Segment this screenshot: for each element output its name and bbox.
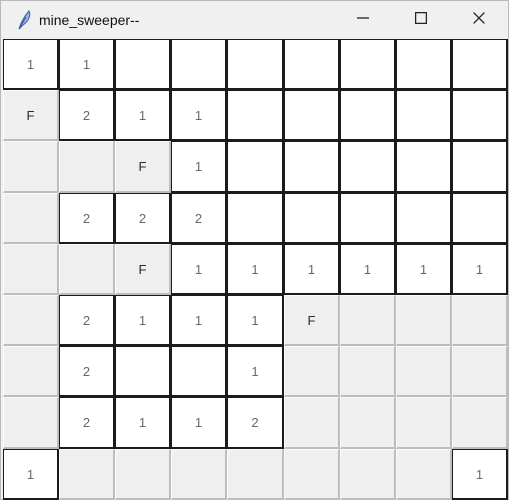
- mine-cell-r9-c7[interactable]: [340, 449, 396, 500]
- mine-cell-r9-c8[interactable]: [396, 449, 452, 500]
- mine-cell-r9-c9[interactable]: 1: [452, 449, 508, 500]
- mine-cell-r4-c9[interactable]: [452, 193, 508, 244]
- close-button[interactable]: [451, 1, 507, 39]
- window-title: mine_sweeper--: [39, 12, 140, 28]
- mine-cell-r7-c7[interactable]: [340, 346, 396, 397]
- mine-cell-r4-c5[interactable]: [227, 193, 284, 244]
- mine-cell-r3-c4[interactable]: 1: [171, 141, 227, 193]
- mine-cell-r1-c4[interactable]: [171, 39, 227, 90]
- mine-cell-r4-c7[interactable]: [340, 193, 396, 244]
- mine-cell-r5-c4[interactable]: 1: [171, 244, 227, 295]
- mine-cell-r8-c5[interactable]: 2: [227, 397, 284, 449]
- mine-cell-r9-c4[interactable]: [171, 449, 227, 500]
- mine-cell-r3-c2[interactable]: [59, 141, 115, 193]
- mine-cell-r8-c1[interactable]: [3, 397, 59, 449]
- mine-cell-r7-c8[interactable]: [396, 346, 452, 397]
- mine-cell-r6-c1[interactable]: [3, 295, 59, 346]
- mine-cell-r7-c4[interactable]: [171, 346, 227, 397]
- mine-cell-r7-c6[interactable]: [284, 346, 340, 397]
- mine-cell-r6-c7[interactable]: [340, 295, 396, 346]
- mine-cell-r2-c2[interactable]: 2: [59, 90, 115, 141]
- mine-cell-r1-c9[interactable]: [452, 39, 508, 90]
- mine-cell-r8-c4[interactable]: 1: [171, 397, 227, 449]
- mine-cell-r1-c5[interactable]: [227, 39, 284, 90]
- mine-cell-r9-c6[interactable]: [284, 449, 340, 500]
- mine-cell-r8-c3[interactable]: 1: [115, 397, 171, 449]
- mine-cell-r5-c8[interactable]: 1: [396, 244, 452, 295]
- minimize-button[interactable]: [335, 1, 391, 39]
- mine-cell-r4-c8[interactable]: [396, 193, 452, 244]
- mine-cell-r1-c3[interactable]: [115, 39, 171, 90]
- maximize-button[interactable]: [393, 1, 449, 39]
- mine-cell-r6-c2[interactable]: 2: [59, 295, 115, 346]
- mine-cell-r8-c7[interactable]: [340, 397, 396, 449]
- close-icon: [473, 11, 485, 29]
- mine-cell-r1-c2[interactable]: 1: [59, 39, 115, 90]
- mine-cell-r4-c6[interactable]: [284, 193, 340, 244]
- mine-cell-r4-c3[interactable]: 2: [115, 193, 171, 244]
- mine-cell-r1-c6[interactable]: [284, 39, 340, 90]
- mine-cell-r5-c5[interactable]: 1: [227, 244, 284, 295]
- mine-cell-r7-c9[interactable]: [452, 346, 508, 397]
- mine-cell-r1-c1[interactable]: 1: [3, 39, 59, 90]
- mine-cell-r6-c9[interactable]: [452, 295, 508, 346]
- mine-cell-r5-c6[interactable]: 1: [284, 244, 340, 295]
- maximize-icon: [414, 11, 428, 29]
- mine-cell-r3-c6[interactable]: [284, 141, 340, 193]
- mine-cell-r3-c1[interactable]: [3, 141, 59, 193]
- mine-cell-r8-c9[interactable]: [452, 397, 508, 449]
- mine-cell-r3-c3[interactable]: F: [115, 141, 171, 193]
- mine-cell-r5-c7[interactable]: 1: [340, 244, 396, 295]
- title-bar[interactable]: mine_sweeper--: [1, 1, 508, 39]
- mine-cell-r6-c4[interactable]: 1: [171, 295, 227, 346]
- mine-cell-r2-c8[interactable]: [396, 90, 452, 141]
- mine-cell-r5-c2[interactable]: [59, 244, 115, 295]
- mine-cell-r2-c3[interactable]: 1: [115, 90, 171, 141]
- mine-cell-r7-c2[interactable]: 2: [59, 346, 115, 397]
- mine-cell-r2-c1[interactable]: F: [3, 90, 59, 141]
- mine-cell-r2-c6[interactable]: [284, 90, 340, 141]
- mine-cell-r3-c9[interactable]: [452, 141, 508, 193]
- mine-cell-r8-c8[interactable]: [396, 397, 452, 449]
- feather-icon: [15, 9, 33, 31]
- mine-cell-r1-c7[interactable]: [340, 39, 396, 90]
- mine-cell-r3-c5[interactable]: [227, 141, 284, 193]
- app-window: mine_sweeper-- 11F211 F 1 2 2 2 F 1 1 1 …: [0, 0, 509, 500]
- mine-cell-r4-c4[interactable]: 2: [171, 193, 227, 244]
- mine-cell-r7-c3[interactable]: [115, 346, 171, 397]
- mine-cell-r9-c3[interactable]: [115, 449, 171, 500]
- mine-cell-r6-c6[interactable]: F: [284, 295, 340, 346]
- mine-cell-r5-c3[interactable]: F: [115, 244, 171, 295]
- mine-cell-r7-c5[interactable]: 1: [227, 346, 284, 397]
- mine-cell-r1-c8[interactable]: [396, 39, 452, 90]
- minefield-grid: 11F211F1222F1111112111F21211211: [3, 39, 508, 500]
- mine-cell-r4-c2[interactable]: 2: [59, 193, 115, 244]
- mine-cell-r6-c8[interactable]: [396, 295, 452, 346]
- mine-cell-r6-c3[interactable]: 1: [115, 295, 171, 346]
- mine-cell-r2-c9[interactable]: [452, 90, 508, 141]
- mine-cell-r2-c4[interactable]: 1: [171, 90, 227, 141]
- mine-cell-r4-c1[interactable]: [3, 193, 59, 244]
- mine-cell-r2-c5[interactable]: [227, 90, 284, 141]
- mine-cell-r3-c7[interactable]: [340, 141, 396, 193]
- mine-cell-r8-c6[interactable]: [284, 397, 340, 449]
- mine-cell-r7-c1[interactable]: [3, 346, 59, 397]
- mine-cell-r2-c7[interactable]: [340, 90, 396, 141]
- mine-cell-r5-c9[interactable]: 1: [452, 244, 508, 295]
- mine-cell-r8-c2[interactable]: 2: [59, 397, 115, 449]
- mine-cell-r5-c1[interactable]: [3, 244, 59, 295]
- mine-cell-r9-c2[interactable]: [59, 449, 115, 500]
- mine-cell-r9-c5[interactable]: [227, 449, 284, 500]
- mine-cell-r9-c1[interactable]: 1: [3, 449, 59, 500]
- minimize-icon: [357, 11, 369, 29]
- mine-cell-r6-c5[interactable]: 1: [227, 295, 284, 346]
- mine-cell-r3-c8[interactable]: [396, 141, 452, 193]
